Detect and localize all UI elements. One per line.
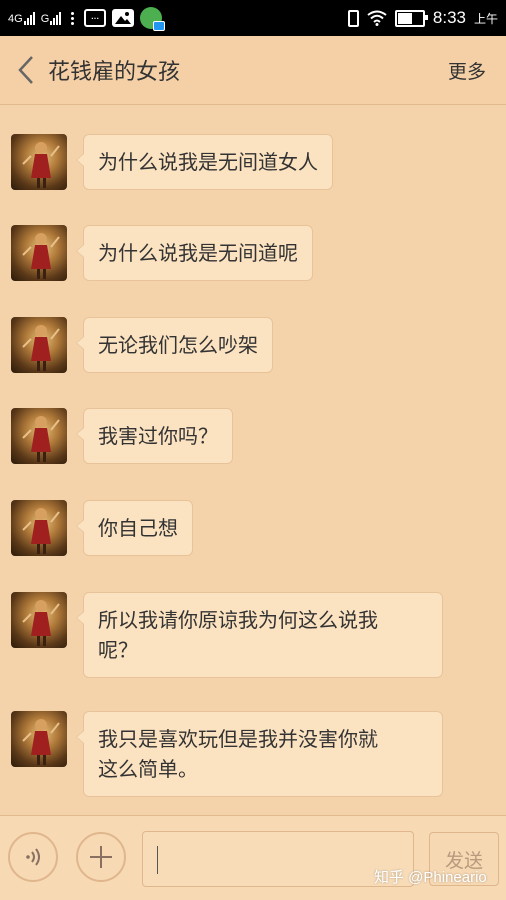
- message-text: 呢？: [98, 638, 138, 662]
- message-text: 为什么说我是无间道呢: [98, 241, 298, 265]
- text-cursor: [157, 846, 158, 874]
- message-text: 我害过你吗？: [98, 424, 218, 448]
- plus-button[interactable]: [76, 832, 126, 882]
- message-bubble[interactable]: 我害过你吗？: [76, 408, 233, 464]
- message-bubble[interactable]: 你自己想: [76, 500, 193, 556]
- message-row: 为什么说我是无间道女人: [11, 134, 333, 190]
- status-bar: 4G G ··· 8:33 上午: [0, 0, 506, 36]
- watermark: 知乎 @Phineario: [374, 869, 487, 886]
- message-row: 为什么说我是无间道呢: [11, 225, 313, 281]
- message-row: 我害过你吗？: [11, 408, 233, 464]
- message-bubble[interactable]: 我只是喜欢玩但是我并没害你就 这么简单。: [76, 711, 443, 797]
- back-button[interactable]: [6, 40, 46, 100]
- input-bar: 发送: [0, 815, 506, 900]
- avatar[interactable]: [11, 408, 67, 464]
- avatar[interactable]: [11, 317, 67, 373]
- message-row: 我只是喜欢玩但是我并没害你就 这么简单。: [11, 711, 443, 797]
- message-row: 所以我请你原谅我为何这么说我 呢？: [11, 592, 443, 678]
- avatar[interactable]: [11, 711, 67, 767]
- clock: 8:33: [432, 8, 466, 27]
- image-notification-icon: [112, 9, 135, 27]
- message-list[interactable]: 为什么说我是无间道女人 为什么说我是无间道呢 无论我们怎么吵架 我害过你吗？ 你: [0, 105, 506, 815]
- avatar[interactable]: [11, 225, 67, 281]
- message-bubble[interactable]: 无论我们怎么吵架: [76, 317, 273, 373]
- clock-ampm: 上午: [473, 11, 498, 26]
- avatar[interactable]: [11, 592, 67, 648]
- message-bubble[interactable]: 为什么说我是无间道呢: [76, 225, 313, 281]
- message-notification-icon: ···: [84, 9, 107, 27]
- network-4g-indicator: 4G: [8, 11, 35, 25]
- chat-title: 花钱雇的女孩: [48, 60, 181, 85]
- message-bubble[interactable]: 所以我请你原谅我为何这么说我 呢？: [76, 592, 443, 678]
- signal-bars-icon: [23, 11, 35, 25]
- voice-button[interactable]: [8, 832, 58, 882]
- more-button[interactable]: 更多: [448, 57, 486, 84]
- message-text: 无论我们怎么吵架: [98, 333, 258, 357]
- chat-header: 花钱雇的女孩 更多: [0, 36, 506, 105]
- avatar[interactable]: [11, 134, 67, 190]
- message-bubble[interactable]: 为什么说我是无间道女人: [76, 134, 333, 190]
- message-row: 你自己想: [11, 500, 193, 556]
- voice-icon: [26, 848, 40, 866]
- message-text: 你自己想: [98, 516, 178, 540]
- battery-icon: [394, 9, 428, 27]
- plus-icon: [90, 846, 112, 868]
- message-row: 无论我们怎么吵架: [11, 317, 273, 373]
- vibrate-icon: [347, 9, 359, 27]
- avatar[interactable]: [11, 500, 67, 556]
- message-text: 这么简单。: [98, 757, 198, 781]
- message-text: 所以我请你原谅我为何这么说我: [98, 608, 378, 632]
- message-text: 为什么说我是无间道女人: [98, 150, 318, 174]
- app-notification-icon: [140, 7, 166, 31]
- chevron-left-icon: [18, 56, 33, 84]
- wifi-icon: [367, 10, 387, 26]
- more-indicator-icon: [71, 11, 75, 25]
- signal-bars-icon: [50, 11, 62, 25]
- message-text: 我只是喜欢玩但是我并没害你就: [98, 727, 378, 751]
- network-g-indicator: G: [41, 11, 62, 25]
